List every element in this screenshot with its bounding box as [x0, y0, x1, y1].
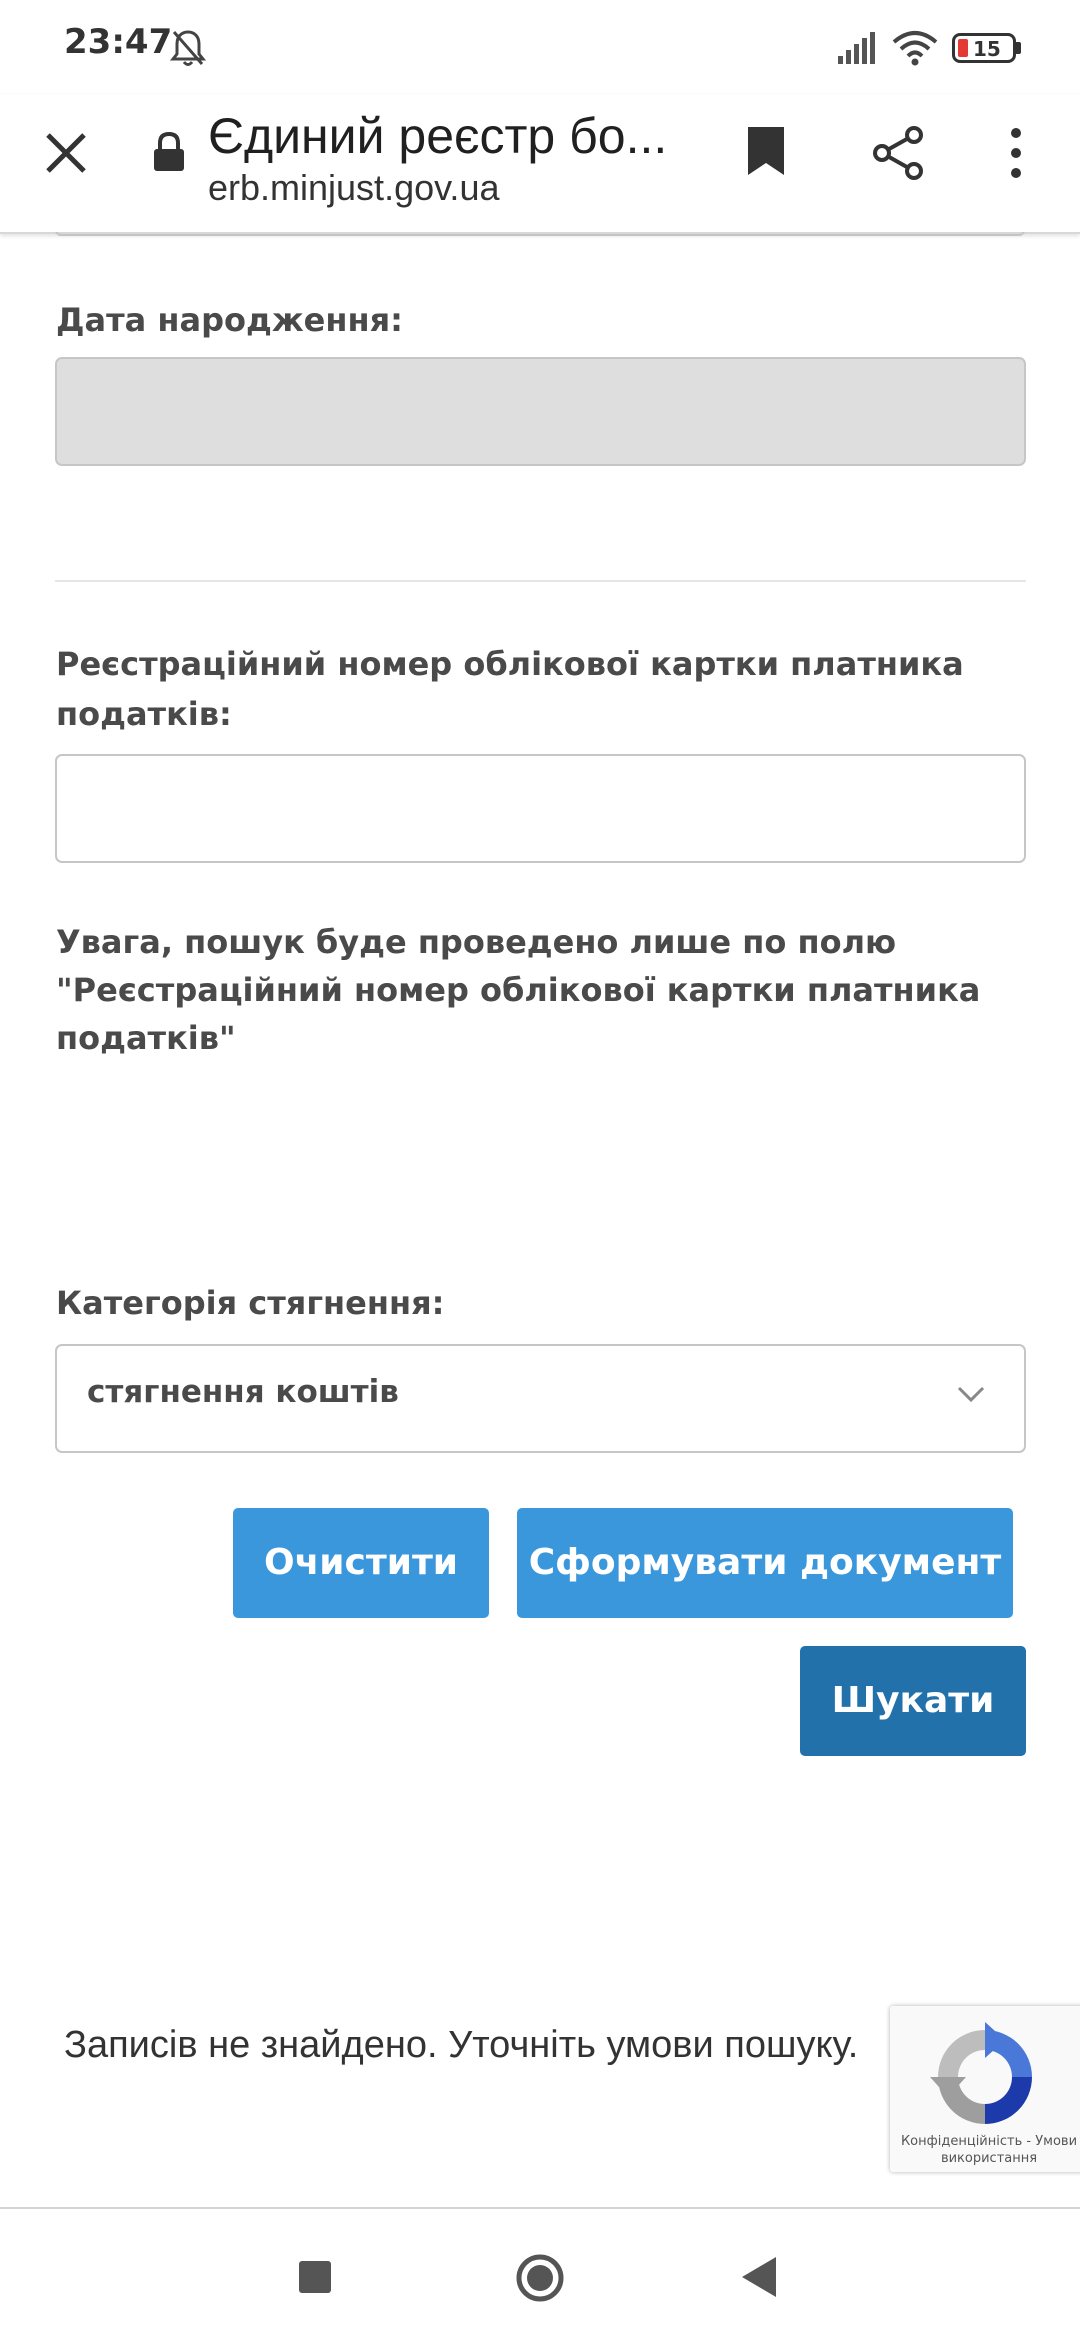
more-menu-icon[interactable] — [1008, 127, 1024, 183]
tax-number-label: Реєстраційний номер облікової картки пла… — [56, 645, 964, 733]
browser-toolbar: Єдиний реєстр бо... erb.minjust.gov.ua — [0, 95, 1080, 234]
screen: 23:47 15 Єдиний реєстр бо... erb.minjust… — [0, 0, 1080, 2340]
page-title[interactable]: Єдиний реєстр бо... — [208, 107, 688, 165]
recaptcha-icon — [930, 2022, 1040, 2136]
recaptcha-badge[interactable]: Конфіденційність - Умови використання — [890, 2006, 1080, 2172]
recaptcha-links: Конфіденційність - Умови використання — [896, 2133, 1080, 2167]
battery-icon: 15 — [952, 33, 1016, 63]
signal-icon — [838, 32, 878, 68]
status-time: 23:47 — [64, 22, 173, 62]
notifications-off-icon — [169, 28, 207, 72]
recaptcha-separator: - — [1026, 2134, 1032, 2149]
page-content: Дата народження: Реєстраційний номер обл… — [0, 232, 1080, 2207]
birth-date-label: Дата народження: — [56, 301, 403, 339]
share-icon[interactable] — [870, 125, 926, 185]
category-label: Категорія стягнення: — [56, 1284, 445, 1322]
birth-date-input — [55, 357, 1026, 466]
close-icon[interactable] — [44, 131, 88, 179]
search-note: Увага, пошук буде проведено лише по полю… — [56, 923, 981, 1057]
recaptcha-privacy-link[interactable]: Конфіденційність — [901, 2134, 1022, 2149]
home-icon[interactable] — [515, 2253, 565, 2307]
section-divider — [55, 580, 1026, 582]
lock-icon[interactable] — [152, 131, 186, 177]
tax-number-input[interactable] — [55, 754, 1026, 863]
category-select-value: стягнення коштів — [87, 1374, 399, 1410]
page-url[interactable]: erb.minjust.gov.ua — [208, 167, 499, 209]
wifi-icon — [892, 30, 938, 70]
previous-input-field[interactable] — [55, 232, 1025, 236]
chevron-down-icon — [956, 1384, 986, 1408]
category-select[interactable]: стягнення коштів — [55, 1344, 1026, 1453]
battery-level: 15 — [973, 37, 1001, 61]
navigation-bar — [0, 2207, 1080, 2340]
bookmark-icon[interactable] — [746, 125, 786, 181]
battery-fill — [958, 39, 968, 57]
recents-icon[interactable] — [299, 2261, 331, 2297]
generate-document-button[interactable]: Сформувати документ — [517, 1508, 1013, 1618]
battery-cap — [1016, 42, 1021, 54]
search-button[interactable]: Шукати — [800, 1646, 1026, 1756]
clear-button[interactable]: Очистити — [233, 1508, 489, 1618]
status-bar: 23:47 15 — [0, 0, 1080, 95]
back-icon[interactable] — [742, 2257, 776, 2301]
no-results-message: Записів не знайдено. Уточніть умови пошу… — [64, 2024, 859, 2066]
